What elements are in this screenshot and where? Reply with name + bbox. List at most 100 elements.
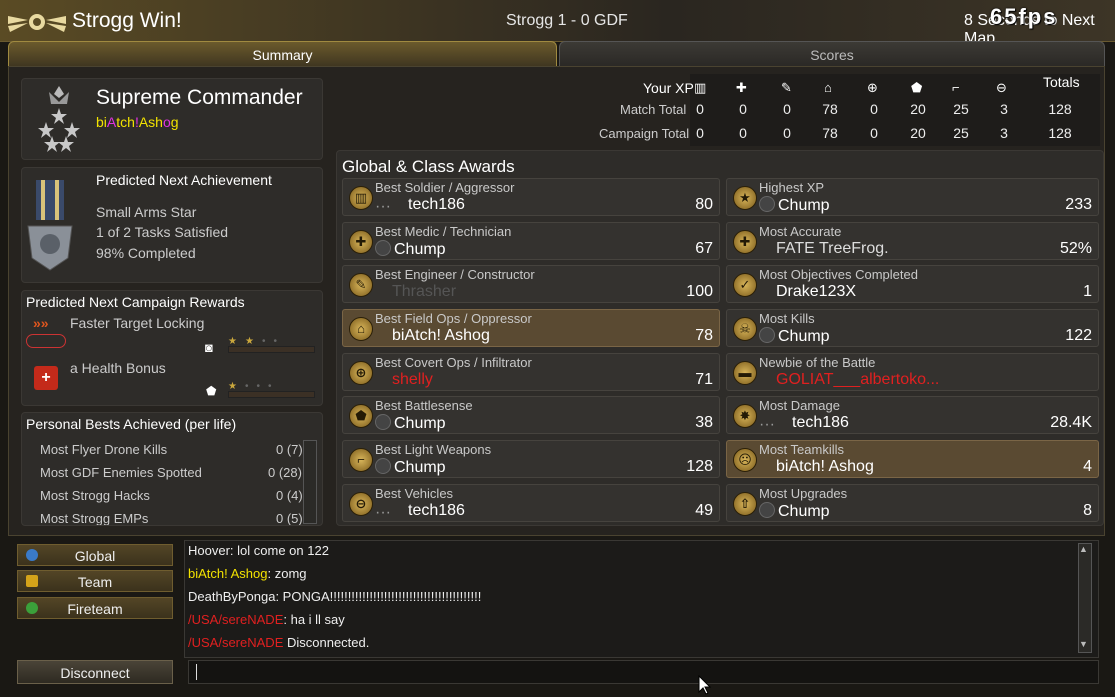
battlesense-icon: ⬟: [911, 80, 923, 95]
reward-progress-bar: [228, 346, 315, 353]
scroll-up-icon[interactable]: ▲: [1079, 544, 1088, 554]
achievement-progress: 98% Completed: [96, 245, 196, 261]
list-item: Most Strogg EMPs: [40, 511, 149, 525]
newbie-icon: ▬: [733, 361, 757, 385]
vehicle-icon: [26, 334, 66, 348]
award-player: ··· tech186: [375, 196, 465, 215]
award-value: 128: [686, 458, 713, 475]
award-player: FATE TreeFrog.: [776, 240, 889, 257]
award-player: Thrasher: [392, 283, 457, 300]
list-item: Most GDF Enemies Spotted: [40, 465, 202, 480]
xp-cell: 0: [870, 125, 878, 141]
medal-icon: [27, 180, 73, 271]
achievement-tasks: 1 of 2 Tasks Satisfied: [96, 224, 229, 240]
xp-cell: 20: [910, 101, 926, 117]
campaign-total-label: Campaign Total: [599, 126, 690, 141]
award-row: ⌂ Best Field Ops / Oppressor biAtch! Ashog…: [342, 309, 720, 347]
match-score: Strogg 1 - 0 GDF: [506, 12, 628, 29]
list-item-value: 0 (7): [276, 442, 303, 457]
globe-icon: [26, 549, 38, 561]
xp-header: Your XP: [643, 80, 694, 96]
engineer-icon: ✎: [781, 80, 792, 95]
tab-scores[interactable]: Scores: [559, 41, 1105, 67]
award-row: ✚ Best Medic / Technician Chump 67: [342, 222, 720, 260]
channel-global-button[interactable]: Global: [17, 544, 173, 566]
campaign-rewards-title: Predicted Next Campaign Rewards: [26, 294, 245, 310]
award-value: 67: [695, 240, 713, 257]
award-category: Best Light Weapons: [375, 442, 492, 457]
shield-icon: ⬟: [206, 384, 217, 398]
xp-cell: 0: [739, 101, 747, 117]
chat-input[interactable]: [188, 660, 1099, 684]
crosshair-icon: ✚: [733, 230, 757, 254]
xp-cell: 0: [783, 101, 791, 117]
award-category: Most Upgrades: [759, 486, 848, 501]
match-total-label: Match Total: [620, 102, 687, 117]
channel-fireteam-button[interactable]: Fireteam: [17, 597, 173, 619]
field-ops-icon: ⌂: [349, 317, 373, 341]
field-ops-icon: ⌂: [824, 80, 832, 95]
disconnect-button[interactable]: Disconnect: [17, 660, 173, 684]
result-title: Strogg Win!: [72, 9, 182, 32]
award-category: Most Accurate: [759, 224, 842, 239]
medic-icon: ✚: [349, 230, 373, 254]
flag-icon: [26, 575, 38, 587]
tab-summary[interactable]: Summary: [8, 41, 557, 67]
shield-icon: [26, 602, 38, 614]
award-category: Best Field Ops / Oppressor: [375, 311, 532, 326]
award-category: Best Engineer / Constructor: [375, 267, 535, 282]
checkmark-icon: ✓: [733, 273, 757, 297]
xp-cell: 3: [1000, 125, 1008, 141]
light-weapons-icon: ⌐: [952, 80, 960, 95]
personal-bests-title: Personal Bests Achieved (per life): [26, 416, 237, 432]
award-category: Most Teamkills: [759, 442, 845, 457]
soldier-icon: ▥: [349, 186, 373, 210]
award-category: Most Damage: [759, 398, 840, 413]
award-value: 38: [695, 414, 713, 431]
xp-cell: 0: [696, 125, 704, 141]
award-player: GOLIAT___albertoko...: [776, 371, 940, 388]
teamkill-icon: ☹: [733, 448, 757, 472]
xp-cell: 0: [783, 125, 791, 141]
chat-scrollbar[interactable]: [1078, 543, 1092, 653]
campaign-total-row: 0 0 0 78 0 20 25 3 128: [680, 125, 1100, 145]
award-row: ✸ Most Damage ··· tech186 28.4K: [726, 396, 1099, 434]
list-item-value: 0 (28): [268, 465, 302, 480]
award-player: biAtch! Ashog: [392, 327, 490, 344]
covert-ops-icon: ⊕: [349, 361, 373, 385]
list-item: Most Flyer Drone Kills: [40, 442, 168, 457]
xp-cell: 128: [1048, 101, 1072, 117]
award-category: Best Covert Ops / Infiltrator: [375, 355, 532, 370]
strogg-emblem-icon: [8, 14, 66, 32]
award-category: Most Kills: [759, 311, 815, 326]
award-row: ⬟ Best Battlesense Chump 38: [342, 396, 720, 434]
award-value: 122: [1065, 327, 1092, 344]
award-row: ▥ Best Soldier / Aggressor ··· tech186 80: [342, 178, 720, 216]
chat-line: Hoover: lol come on 122: [188, 543, 329, 558]
channel-team-button[interactable]: Team: [17, 570, 173, 592]
personal-bests-scrollbar[interactable]: [303, 440, 317, 524]
rank-insignia-icon: [38, 86, 80, 152]
award-row: ⇧ Most Upgrades Chump 8: [726, 484, 1099, 522]
achievement-name: Small Arms Star: [96, 204, 197, 220]
award-value: 71: [695, 371, 713, 388]
target-lock-icon: »»: [33, 315, 49, 331]
award-player: ··· tech186: [759, 414, 849, 433]
scroll-down-icon[interactable]: ▼: [1079, 639, 1088, 649]
vehicles-icon: ⊖: [996, 80, 1007, 95]
skull-icon: ☠: [733, 317, 757, 341]
awards-title: Global & Class Awards: [342, 157, 515, 176]
xp-cell: 25: [953, 101, 969, 117]
award-category: Best Medic / Technician: [375, 224, 512, 239]
award-row: ▬ Newbie of the Battle GOLIAT___albertoko.…: [726, 353, 1099, 391]
award-value: 100: [686, 283, 713, 300]
award-category: Highest XP: [759, 180, 825, 195]
list-item-value: 0 (5): [276, 511, 303, 525]
xp-cell: 78: [822, 125, 838, 141]
chat-line: /USA/sereNADE Disconnected.: [188, 635, 370, 650]
fps-counter: 65fps: [990, 4, 1058, 29]
award-player: Chump: [759, 196, 830, 215]
covert-ops-icon: ⊕: [867, 80, 878, 95]
xp-cell: 0: [696, 101, 704, 117]
rank-player-name: biAtch!Ashog: [96, 114, 179, 130]
